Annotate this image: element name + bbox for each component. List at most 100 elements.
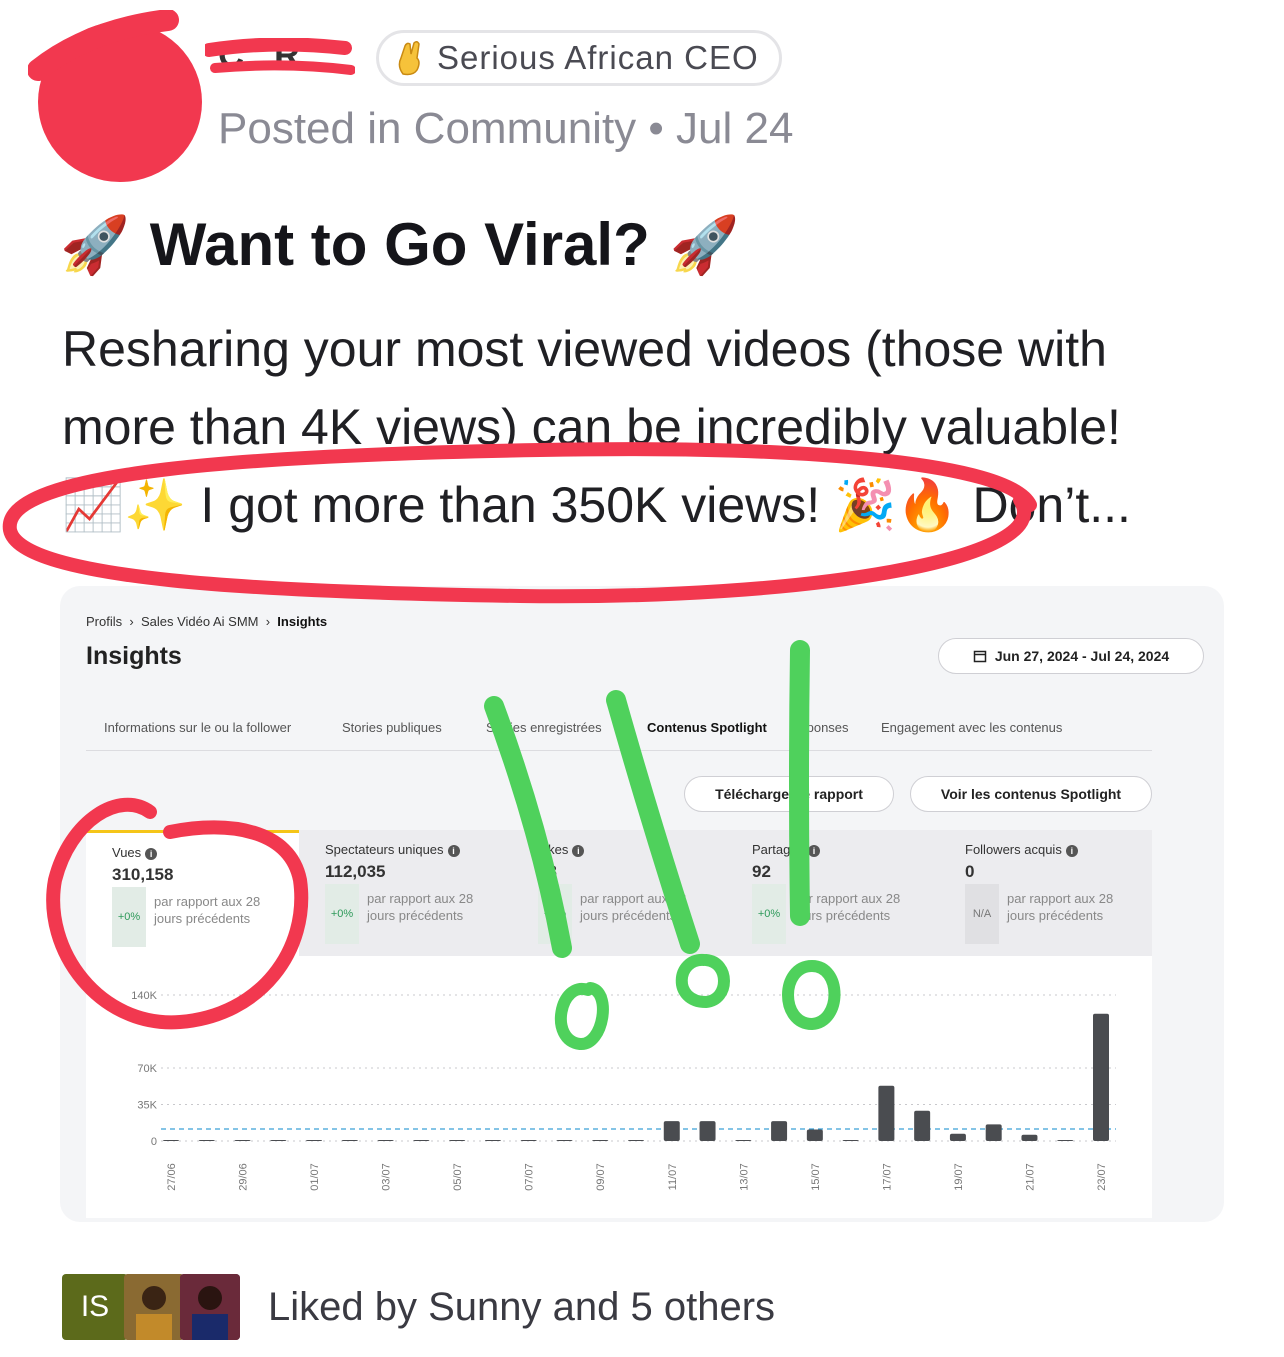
person-icon xyxy=(180,1274,240,1340)
chart-bar-13-07[interactable] xyxy=(735,1139,752,1141)
x-tick-label: 13/07 xyxy=(738,1163,750,1191)
tab-replies[interactable]: Réponses xyxy=(790,720,849,735)
x-tick-label: 27/06 xyxy=(166,1163,178,1191)
metric-followers[interactable]: Followers acquis i 0 N/A par rapport aux … xyxy=(939,830,1152,956)
metric-note: par rapport aux 28 jours précédents xyxy=(580,891,687,923)
chart-bar-30-06[interactable] xyxy=(270,1140,287,1141)
info-icon[interactable]: i xyxy=(808,844,821,857)
breadcrumb-item[interactable]: Profils xyxy=(86,614,122,629)
metric-shares[interactable]: Partages i 92 +0% par rapport aux 28 jour… xyxy=(726,830,939,956)
liker-avatar[interactable] xyxy=(180,1274,240,1340)
body-line: 📈✨ I got more than 350K views! 🎉🔥 Don’t.… xyxy=(62,466,1242,544)
tab-followers[interactable]: Informations sur le ou la follower xyxy=(104,720,291,735)
metric-delta: N/A xyxy=(965,884,999,944)
metric-delta: +0% xyxy=(752,884,786,944)
redaction-scribble-avatar xyxy=(28,10,202,182)
metric-label: Likes i xyxy=(538,842,585,857)
rocket-icon: 🚀 xyxy=(60,212,130,276)
chart-bar-05-07[interactable] xyxy=(449,1140,466,1141)
chart-bar-14-07[interactable] xyxy=(771,1121,788,1141)
post-body[interactable]: Resharing your most viewed videos (those… xyxy=(62,310,1242,544)
highlight-text: I got more than 350K views! xyxy=(200,477,821,533)
metrics-row: Vues i 310,158 +0% par rapport aux 28 jou… xyxy=(86,830,1152,956)
metric-note: par rapport aux 28 jours précédents xyxy=(794,891,901,923)
tab-spotlight[interactable]: Contenus Spotlight xyxy=(647,720,767,735)
chart-bar-17-07[interactable] xyxy=(878,1085,895,1141)
x-tick-label: 09/07 xyxy=(595,1163,607,1191)
metric-label: Spectateurs uniques i xyxy=(325,842,460,857)
post-title-text: Want to Go Viral? xyxy=(149,211,650,278)
views-bar-chart: 0 35K 70K 140K 27/06 29/06 01/07 03/07 05/07 07/0… xyxy=(131,990,1116,1191)
info-icon[interactable]: i xyxy=(145,847,158,860)
info-icon[interactable]: i xyxy=(572,844,585,857)
download-report-button[interactable]: Télécharger le rapport xyxy=(684,776,894,812)
person-icon xyxy=(124,1274,184,1340)
info-icon[interactable]: i xyxy=(1065,844,1078,857)
chart-bar-01-07[interactable] xyxy=(306,1140,323,1141)
x-tick-label: 11/07 xyxy=(667,1164,679,1191)
metric-label: Followers acquis i xyxy=(965,842,1078,857)
chart-bar-06-07[interactable] xyxy=(484,1140,501,1141)
liker-avatar[interactable] xyxy=(124,1274,184,1340)
chart-bar-02-07[interactable] xyxy=(341,1140,358,1141)
metric-likes[interactable]: Likes i 23 +0% par rapport aux 28 jours p… xyxy=(512,830,725,956)
likes-row[interactable]: IS Liked by Sunny and 5 others xyxy=(62,1272,775,1342)
chart-bar-12-07[interactable] xyxy=(699,1121,716,1141)
tab-saved-stories[interactable]: Stories enregistrées xyxy=(486,720,602,735)
metric-value: 0 xyxy=(965,862,975,881)
info-icon[interactable]: i xyxy=(447,844,460,857)
chart-bar-16-07[interactable] xyxy=(842,1140,859,1141)
view-spotlight-button[interactable]: Voir les contenus Spotlight xyxy=(910,776,1152,812)
chevron-right-icon: › xyxy=(262,614,274,629)
chart-bar-11-07[interactable] xyxy=(663,1121,680,1141)
crossed-fingers-icon xyxy=(398,40,420,76)
metric-views[interactable]: Vues i 310,158 +0% par rapport aux 28 jou… xyxy=(86,830,299,956)
author-badge[interactable]: Serious African CEO xyxy=(376,30,782,86)
metric-value: 23 xyxy=(538,862,557,881)
metric-delta: +0% xyxy=(325,884,359,944)
chart-bar-20-07[interactable] xyxy=(985,1124,1002,1141)
chart-bar-07-07[interactable] xyxy=(520,1140,537,1141)
chart-bar-29-06[interactable] xyxy=(234,1140,251,1141)
x-tick-label: 03/07 xyxy=(381,1163,393,1191)
chart-bar-21-07[interactable] xyxy=(1021,1134,1038,1141)
liked-by-text[interactable]: Liked by Sunny and 5 others xyxy=(268,1285,775,1330)
metric-label-text: Vues xyxy=(112,845,142,860)
x-tick-label: 15/07 xyxy=(810,1163,822,1191)
date-range-button[interactable]: Jun 27, 2024 - Jul 24, 2024 xyxy=(938,638,1204,674)
chart-bar-15-07[interactable] xyxy=(806,1129,823,1141)
metric-label: Vues i xyxy=(112,845,158,860)
x-tick-label: 19/07 xyxy=(953,1163,965,1191)
date-range-label: Jun 27, 2024 - Jul 24, 2024 xyxy=(994,648,1170,664)
chart-bar-08-07[interactable] xyxy=(556,1140,573,1141)
metric-label-text: Followers acquis xyxy=(965,842,1062,857)
page-title: Insights xyxy=(86,642,182,670)
breadcrumb-current: Insights xyxy=(277,614,328,629)
chart-bar-27-06[interactable] xyxy=(163,1140,179,1141)
x-tick-label: 29/06 xyxy=(238,1163,250,1191)
chart-bar-28-06[interactable] xyxy=(198,1140,215,1141)
x-tick-label: 23/07 xyxy=(1096,1163,1108,1191)
tab-engagement[interactable]: Engagement avec les contenus xyxy=(881,720,1062,735)
metric-unique-viewers[interactable]: Spectateurs uniques i 112,035 +0% par rap… xyxy=(299,830,512,956)
metric-delta: +0% xyxy=(538,884,572,944)
chart-bar-18-07[interactable] xyxy=(914,1110,931,1141)
metric-note: par rapport aux 28 jours précédents xyxy=(1007,891,1114,923)
metric-note: par rapport aux 28 jours précédents xyxy=(367,891,474,923)
breadcrumb: Profils › Sales Vidéo Ai SMM › Insights xyxy=(86,614,327,629)
chart-bar-04-07[interactable] xyxy=(413,1140,430,1141)
views-chart: 0 35K 70K 140K 27/06 29/06 01/07 03/07 05/07 07/0… xyxy=(86,956,1152,1218)
chart-bar-23-07[interactable] xyxy=(1093,1013,1109,1141)
chart-bar-22-07[interactable] xyxy=(1057,1139,1074,1141)
chart-bar-10-07[interactable] xyxy=(628,1140,644,1141)
chart-bar-09-07[interactable] xyxy=(592,1140,609,1141)
breadcrumb-item[interactable]: Sales Vidéo Ai SMM xyxy=(141,614,259,629)
metric-label-text: Spectateurs uniques xyxy=(325,842,444,857)
chevron-right-icon: › xyxy=(125,614,138,629)
chart-bar-19-07[interactable] xyxy=(949,1133,966,1141)
chart-bar-03-07[interactable] xyxy=(377,1140,394,1141)
party-fire-emoji-and-truncation: 🎉🔥 Don’t... xyxy=(820,477,1131,533)
liker-avatar[interactable]: IS xyxy=(62,1274,128,1340)
metric-delta: +0% xyxy=(112,887,146,947)
tab-public-stories[interactable]: Stories publiques xyxy=(342,720,442,735)
